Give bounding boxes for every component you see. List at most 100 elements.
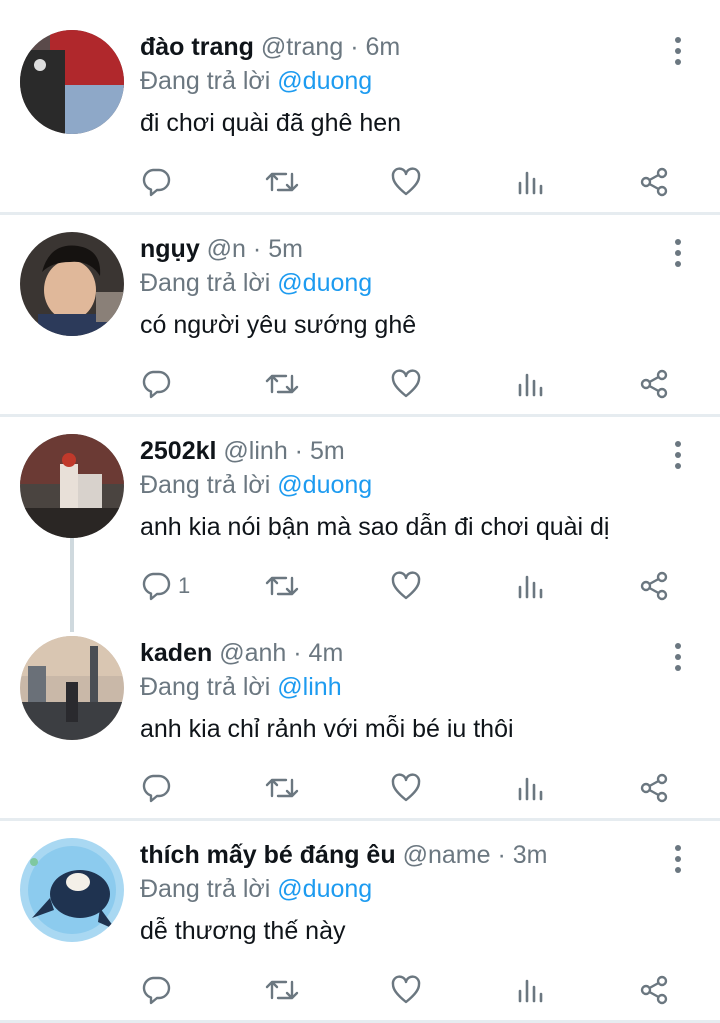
views-icon <box>518 575 543 599</box>
retweet-icon <box>265 980 299 1000</box>
replying-to-prefix: Đang trả lời <box>140 875 271 903</box>
like-button[interactable] <box>390 566 422 606</box>
more-options-icon[interactable] <box>668 844 688 874</box>
share-icon <box>640 571 668 601</box>
retweet-button[interactable] <box>264 970 300 1010</box>
reply-icon <box>142 168 171 197</box>
share-button[interactable] <box>638 768 670 808</box>
reply-button[interactable]: 1 <box>140 566 190 606</box>
timestamp[interactable]: 4m <box>309 639 344 667</box>
share-icon <box>640 975 668 1005</box>
tweet-text: anh kia chỉ rảnh với mỗi bé iu thôi <box>140 715 514 743</box>
like-icon <box>391 975 421 1004</box>
replying-to: Đang trả lời @duong <box>140 266 372 300</box>
display-name[interactable]: ngụy <box>140 235 200 263</box>
tweet-header: kaden @anh · 4m <box>140 636 343 670</box>
tweet-header: thích mấy bé đáng êu @name · 3m <box>140 838 547 872</box>
retweet-button[interactable] <box>264 364 300 404</box>
avatar[interactable] <box>20 838 124 942</box>
views-button[interactable] <box>516 768 546 808</box>
user-handle[interactable]: @name <box>403 841 491 869</box>
avatar[interactable] <box>20 434 124 538</box>
action-bar <box>0 970 720 1010</box>
avatar[interactable] <box>20 30 124 134</box>
user-handle[interactable]: @anh <box>219 639 286 667</box>
replying-to: Đang trả lời @duong <box>140 872 372 906</box>
action-bar <box>0 768 720 808</box>
reply-button[interactable] <box>140 768 178 808</box>
like-button[interactable] <box>390 162 422 202</box>
retweet-button[interactable] <box>264 768 300 808</box>
avatar[interactable] <box>20 636 124 740</box>
retweet-button[interactable] <box>264 162 300 202</box>
more-options-icon[interactable] <box>668 238 688 268</box>
views-icon <box>518 373 543 397</box>
reply-icon <box>142 572 171 601</box>
tweet-text: dễ thương thế này <box>140 917 346 945</box>
views-button[interactable] <box>516 162 546 202</box>
like-icon <box>391 571 421 600</box>
more-options-icon[interactable] <box>668 36 688 66</box>
more-options-icon[interactable] <box>668 440 688 470</box>
like-button[interactable] <box>390 364 422 404</box>
user-handle[interactable]: @linh <box>223 437 287 465</box>
retweet-button[interactable] <box>264 566 300 606</box>
mention-link[interactable]: @duong <box>277 67 372 95</box>
replying-to-prefix: Đang trả lời <box>140 67 271 95</box>
like-button[interactable] <box>390 768 422 808</box>
like-button[interactable] <box>390 970 422 1010</box>
action-bar <box>0 364 720 404</box>
tweet-text: đi chơi quài đã ghê hen <box>140 109 402 137</box>
reply-icon <box>142 774 171 803</box>
avatar[interactable] <box>20 232 124 336</box>
views-button[interactable] <box>516 364 546 404</box>
like-icon <box>391 369 421 398</box>
reply-icon <box>142 976 171 1005</box>
action-bar: 1 <box>0 566 720 606</box>
mention-link[interactable]: @duong <box>277 269 372 297</box>
user-handle[interactable]: @n <box>207 235 246 263</box>
mention-link[interactable]: @duong <box>277 471 372 499</box>
replying-to-prefix: Đang trả lời <box>140 673 271 701</box>
views-button[interactable] <box>516 566 546 606</box>
share-icon <box>640 773 668 803</box>
divider <box>0 414 720 417</box>
separator-dot: · <box>497 841 506 869</box>
share-button[interactable] <box>638 364 670 404</box>
retweet-icon <box>265 576 299 596</box>
share-button[interactable] <box>638 566 670 606</box>
retweet-icon <box>265 172 299 192</box>
reply-button[interactable] <box>140 364 178 404</box>
replying-to: Đang trả lời @linh <box>140 670 342 704</box>
reply-button[interactable] <box>140 162 178 202</box>
display-name[interactable]: đào trang <box>140 33 254 61</box>
display-name[interactable]: thích mấy bé đáng êu <box>140 841 396 869</box>
timestamp[interactable]: 5m <box>310 437 345 465</box>
views-button[interactable] <box>516 970 546 1010</box>
share-button[interactable] <box>638 970 670 1010</box>
tweet-text: anh kia nói bận mà sao dẫn đi chơi quài … <box>140 513 610 541</box>
replying-to: Đang trả lời @duong <box>140 64 372 98</box>
views-icon <box>518 979 543 1003</box>
timestamp[interactable]: 3m <box>513 841 548 869</box>
display-name[interactable]: 2502kl <box>140 437 216 465</box>
replying-to: Đang trả lời @duong <box>140 468 372 502</box>
mention-link[interactable]: @linh <box>277 673 341 701</box>
divider <box>0 818 720 821</box>
separator-dot: · <box>293 639 302 667</box>
more-options-icon[interactable] <box>668 642 688 672</box>
separator-dot: · <box>252 235 262 263</box>
separator-dot: · <box>294 437 303 465</box>
share-icon <box>640 167 668 197</box>
mention-link[interactable]: @duong <box>277 875 372 903</box>
reply-button[interactable] <box>140 970 178 1010</box>
views-icon <box>518 777 543 801</box>
divider <box>0 212 720 215</box>
timestamp[interactable]: 6m <box>365 33 400 61</box>
user-handle[interactable]: @trang <box>261 33 343 61</box>
share-button[interactable] <box>638 162 670 202</box>
reply-count: 1 <box>178 573 191 598</box>
timestamp[interactable]: 5m <box>268 235 303 263</box>
display-name[interactable]: kaden <box>140 639 212 667</box>
like-icon <box>391 167 421 196</box>
